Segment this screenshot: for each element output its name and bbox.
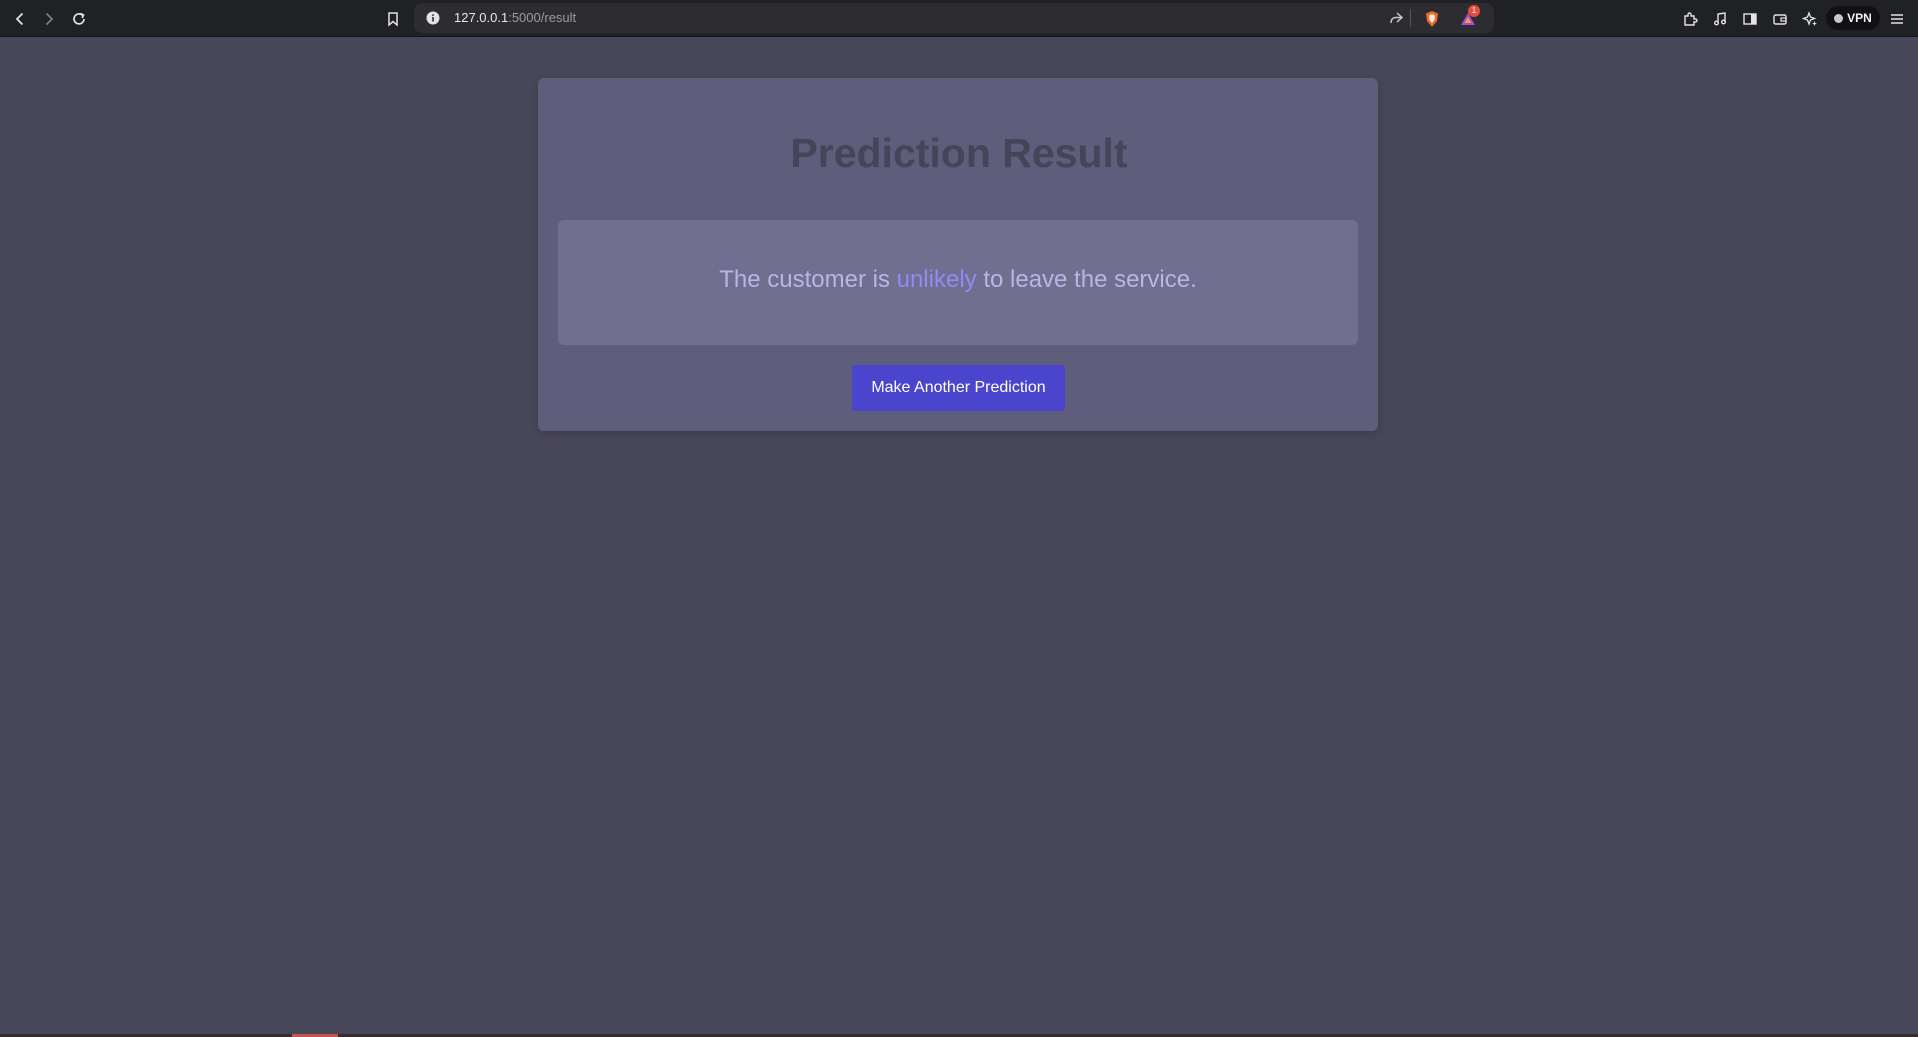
- page-title: Prediction Result: [790, 130, 1128, 176]
- result-message: The customer is unlikely to leave the se…: [558, 266, 1358, 294]
- url-divider: [1410, 9, 1411, 27]
- vpn-button[interactable]: VPN: [1826, 6, 1880, 30]
- url-host: 127.0.0.1: [454, 10, 509, 25]
- url-text[interactable]: 127.0.0.1:5000/result: [454, 3, 576, 33]
- address-bar[interactable]: 127.0.0.1:5000/result: [414, 3, 1494, 33]
- forward-icon[interactable]: [36, 6, 62, 32]
- menu-icon[interactable]: [1884, 6, 1910, 32]
- site-info-icon[interactable]: [426, 11, 440, 30]
- wallet-icon[interactable]: [1767, 6, 1793, 32]
- share-icon[interactable]: [1388, 10, 1404, 31]
- browser-toolbar: 127.0.0.1:5000/result 1 VPN: [0, 0, 1918, 37]
- vpn-label: VPN: [1847, 11, 1872, 25]
- bookmark-icon[interactable]: [380, 6, 406, 32]
- media-icon[interactable]: [1707, 6, 1733, 32]
- make-another-prediction-button[interactable]: Make Another Prediction: [852, 365, 1065, 411]
- url-path: :5000/result: [508, 10, 577, 25]
- back-icon[interactable]: [7, 6, 33, 32]
- result-suffix: to leave the service.: [976, 266, 1197, 293]
- sidebar-icon[interactable]: [1737, 6, 1763, 32]
- extensions-icon[interactable]: [1677, 6, 1703, 32]
- vpn-status-icon: [1834, 13, 1844, 23]
- reload-icon[interactable]: [66, 6, 92, 32]
- notification-badge: 1: [1468, 5, 1480, 17]
- brave-shields-icon[interactable]: [1419, 6, 1445, 32]
- result-highlight: unlikely: [896, 266, 977, 293]
- leo-ai-icon[interactable]: [1797, 6, 1823, 32]
- result-prefix: The customer is: [719, 266, 897, 293]
